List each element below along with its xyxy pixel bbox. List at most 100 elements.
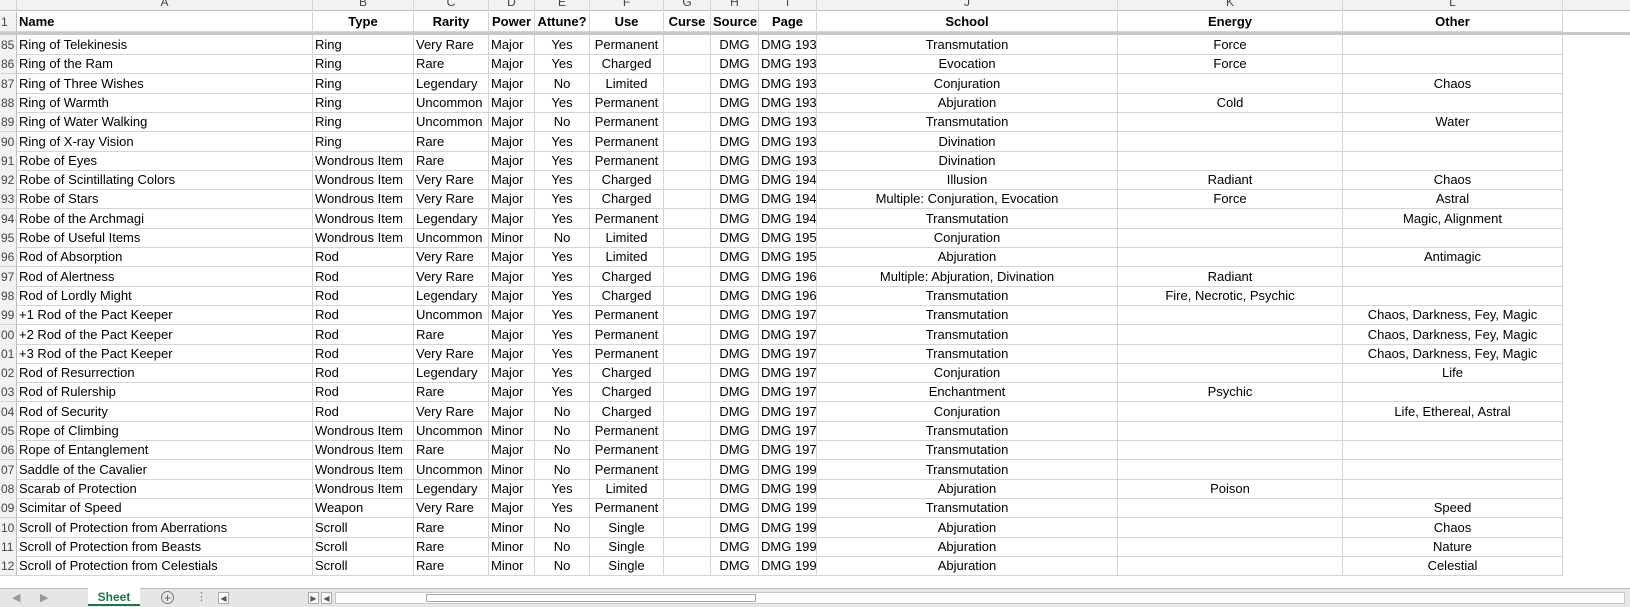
- next-sheet-icon[interactable]: ▶: [40, 591, 48, 604]
- table-cell[interactable]: DMG 193: [759, 112, 817, 133]
- table-cell[interactable]: DMG 195: [759, 247, 817, 268]
- table-cell[interactable]: DMG 197: [759, 343, 817, 364]
- table-cell[interactable]: Robe of Useful Items: [17, 228, 313, 248]
- table-cell[interactable]: [664, 556, 711, 577]
- table-cell[interactable]: Radiant: [1118, 266, 1343, 287]
- table-cell[interactable]: [1343, 54, 1563, 75]
- table-cell[interactable]: [1118, 459, 1343, 480]
- table-cell[interactable]: DMG: [711, 478, 759, 499]
- table-cell[interactable]: No: [535, 73, 590, 94]
- table-cell[interactable]: Legendary: [414, 285, 489, 306]
- table-cell[interactable]: Legendary: [414, 478, 489, 499]
- table-cell[interactable]: No: [535, 459, 590, 480]
- table-cell[interactable]: DMG 199: [759, 498, 817, 519]
- table-cell[interactable]: [1343, 382, 1563, 403]
- column-letter[interactable]: I: [759, 0, 817, 10]
- table-cell[interactable]: Life, Ethereal, Astral: [1343, 401, 1563, 422]
- table-cell[interactable]: Yes: [535, 343, 590, 364]
- table-cell[interactable]: Yes: [535, 498, 590, 519]
- table-cell[interactable]: Major: [489, 170, 535, 191]
- column-header-cell[interactable]: Name: [17, 12, 313, 32]
- table-cell[interactable]: Force: [1118, 54, 1343, 75]
- table-cell[interactable]: Major: [489, 305, 535, 326]
- table-cell[interactable]: Yes: [535, 382, 590, 403]
- table-cell[interactable]: [1343, 266, 1563, 287]
- table-cell[interactable]: Permanent: [590, 92, 664, 113]
- table-cell[interactable]: Ring: [313, 73, 414, 94]
- column-header-cell[interactable]: Other: [1343, 12, 1563, 32]
- table-cell[interactable]: Chaos, Darkness, Fey, Magic: [1343, 305, 1563, 326]
- table-cell[interactable]: Permanent: [590, 131, 664, 152]
- table-cell[interactable]: Major: [489, 266, 535, 287]
- table-cell[interactable]: DMG 196: [759, 266, 817, 287]
- column-letter[interactable]: J: [817, 0, 1118, 10]
- table-cell[interactable]: Charged: [590, 285, 664, 306]
- row-number[interactable]: 99: [0, 305, 17, 326]
- table-cell[interactable]: [664, 498, 711, 519]
- table-cell[interactable]: [664, 131, 711, 152]
- table-cell[interactable]: DMG: [711, 35, 759, 55]
- table-cell[interactable]: No: [535, 421, 590, 441]
- table-cell[interactable]: DMG 194: [759, 170, 817, 191]
- table-cell[interactable]: [664, 54, 711, 75]
- table-cell[interactable]: No: [535, 556, 590, 577]
- table-cell[interactable]: Transmutation: [817, 285, 1118, 306]
- row-number[interactable]: 98: [0, 285, 17, 306]
- table-cell[interactable]: DMG 193: [759, 131, 817, 152]
- table-cell[interactable]: [664, 440, 711, 461]
- table-cell[interactable]: Legendary: [414, 73, 489, 94]
- table-cell[interactable]: Permanent: [590, 440, 664, 461]
- table-cell[interactable]: DMG: [711, 343, 759, 364]
- table-cell[interactable]: [1343, 131, 1563, 152]
- row-number[interactable]: 09: [0, 498, 17, 519]
- table-cell[interactable]: DMG: [711, 92, 759, 113]
- column-letter[interactable]: H: [711, 0, 759, 10]
- table-cell[interactable]: DMG 197: [759, 421, 817, 441]
- table-cell[interactable]: DMG: [711, 421, 759, 441]
- table-cell[interactable]: Poison: [1118, 478, 1343, 499]
- table-cell[interactable]: Limited: [590, 478, 664, 499]
- table-cell[interactable]: Permanent: [590, 35, 664, 55]
- row-number[interactable]: 92: [0, 170, 17, 191]
- table-cell[interactable]: Scarab of Protection: [17, 478, 313, 499]
- table-cell[interactable]: Minor: [489, 536, 535, 557]
- table-cell[interactable]: Major: [489, 208, 535, 229]
- table-cell[interactable]: DMG 195: [759, 228, 817, 248]
- row-number[interactable]: 85: [0, 35, 17, 55]
- table-cell[interactable]: Life: [1343, 363, 1563, 384]
- table-cell[interactable]: [1118, 324, 1343, 345]
- table-cell[interactable]: Yes: [535, 92, 590, 113]
- spreadsheet-grid[interactable]: ABCDEFGHIJKL 1 Name Type Rarity Power Attune?…: [0, 0, 1630, 588]
- table-cell[interactable]: Ring of Telekinesis: [17, 35, 313, 55]
- row-number[interactable]: 10: [0, 517, 17, 538]
- horizontal-scrollbar[interactable]: [335, 592, 1625, 604]
- table-cell[interactable]: Ring of Warmth: [17, 92, 313, 113]
- table-cell[interactable]: Uncommon: [414, 228, 489, 248]
- table-cell[interactable]: Major: [489, 150, 535, 171]
- table-cell[interactable]: DMG: [711, 208, 759, 229]
- table-cell[interactable]: [1118, 305, 1343, 326]
- table-cell[interactable]: Very Rare: [414, 35, 489, 55]
- table-cell[interactable]: [1118, 556, 1343, 577]
- table-cell[interactable]: Rod: [313, 324, 414, 345]
- row-number[interactable]: 06: [0, 440, 17, 461]
- column-letter[interactable]: D: [489, 0, 535, 10]
- table-cell[interactable]: [664, 305, 711, 326]
- column-header-cell[interactable]: Page: [759, 12, 817, 32]
- table-cell[interactable]: Limited: [590, 247, 664, 268]
- table-cell[interactable]: Ring: [313, 35, 414, 55]
- table-cell[interactable]: DMG: [711, 324, 759, 345]
- table-cell[interactable]: Rare: [414, 54, 489, 75]
- table-cell[interactable]: [664, 459, 711, 480]
- column-letter[interactable]: A: [17, 0, 313, 10]
- table-cell[interactable]: Magic, Alignment: [1343, 208, 1563, 229]
- table-cell[interactable]: Water: [1343, 112, 1563, 133]
- column-header-cell[interactable]: Attune?: [535, 12, 590, 32]
- row-number[interactable]: 1: [0, 12, 17, 32]
- table-cell[interactable]: Ring of Water Walking: [17, 112, 313, 133]
- table-cell[interactable]: Permanent: [590, 459, 664, 480]
- row-number[interactable]: 97: [0, 266, 17, 287]
- table-cell[interactable]: [1343, 92, 1563, 113]
- table-cell[interactable]: Weapon: [313, 498, 414, 519]
- table-cell[interactable]: Single: [590, 517, 664, 538]
